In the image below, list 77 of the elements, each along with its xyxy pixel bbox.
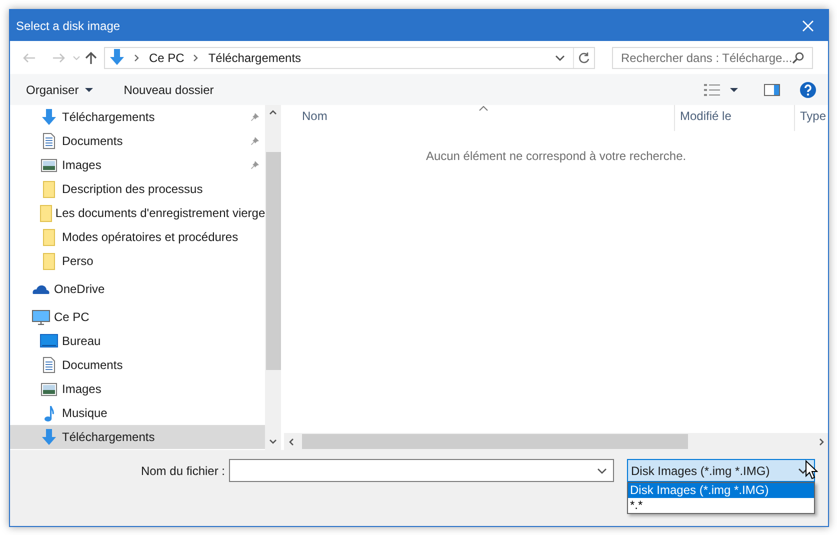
scrollbar-thumb[interactable] — [266, 152, 281, 370]
back-arrow-icon — [22, 52, 36, 62]
scroll-down-icon[interactable] — [269, 439, 278, 444]
breadcrumb-separator-icon[interactable] — [134, 54, 139, 62]
nav-item[interactable]: Modes opératoires et procédures — [10, 225, 266, 249]
address-bar[interactable]: Ce PC Téléchargements — [104, 46, 595, 68]
window-title: Select a disk image — [16, 18, 120, 34]
forward-arrow-icon — [52, 52, 66, 62]
help-button[interactable] — [800, 82, 816, 98]
nav-item[interactable]: Les documents d'enregistrement vierge — [10, 201, 266, 225]
preview-pane-button[interactable] — [764, 84, 780, 96]
pin-icon[interactable] — [250, 136, 260, 146]
filename-field[interactable] — [229, 459, 614, 482]
desktop-icon — [40, 334, 58, 348]
folder-icon — [43, 180, 55, 198]
scroll-up-icon[interactable] — [269, 110, 278, 115]
caret-icon — [730, 88, 738, 92]
nav-item[interactable]: Bureau — [10, 329, 266, 353]
chevron-down-icon — [798, 468, 808, 474]
breadcrumb-item[interactable]: Téléchargements — [208, 48, 302, 66]
chevron-down-icon[interactable] — [555, 54, 565, 60]
nav-item[interactable]: Perso — [10, 249, 266, 273]
view-options-button[interactable] — [704, 84, 738, 96]
close-icon — [802, 20, 814, 32]
music-note-icon — [44, 404, 54, 422]
vertical-scrollbar[interactable] — [265, 105, 282, 450]
nav-item[interactable]: Téléchargements — [10, 105, 266, 129]
organize-button[interactable]: Organiser — [26, 80, 93, 98]
empty-message: Aucun élément ne correspond à votre recherche. — [426, 148, 686, 161]
up-arrow-icon — [85, 50, 97, 64]
help-icon — [800, 82, 816, 98]
image-icon — [41, 158, 57, 172]
nav-item[interactable]: Description des processus — [10, 177, 266, 201]
folder-icon — [40, 204, 52, 222]
chevron-down-icon — [72, 56, 80, 60]
breadcrumb-item[interactable]: Ce PC — [149, 48, 184, 66]
pin-icon[interactable] — [250, 112, 260, 122]
column-header[interactable]: Nom — [284, 105, 674, 131]
caret-icon — [84, 88, 93, 92]
image-icon — [41, 382, 57, 396]
download-icon — [41, 108, 57, 126]
filename-label: Nom du fichier : — [140, 462, 225, 480]
folder-icon — [43, 228, 55, 246]
nav-item[interactable]: Documents — [10, 353, 266, 377]
horizontal-scrollbar[interactable] — [284, 433, 828, 450]
file-type-dropdown[interactable]: Disk Images (*.img *.IMG) — [627, 459, 815, 482]
dropdown-option[interactable]: *.* — [628, 498, 814, 513]
monitor-icon — [32, 310, 50, 324]
folder-icon — [43, 252, 55, 270]
chevron-down-icon — [597, 468, 607, 474]
cloud-icon — [32, 284, 50, 294]
nav-item[interactable]: Images — [10, 377, 266, 401]
nav-item[interactable]: Documents — [10, 129, 266, 153]
document-icon — [42, 357, 56, 373]
preview-pane-icon — [764, 84, 780, 96]
nav-item[interactable]: Téléchargements — [10, 425, 266, 449]
pin-icon[interactable] — [250, 160, 260, 170]
cursor-icon — [805, 460, 818, 480]
details-view-icon — [704, 84, 720, 96]
document-icon — [42, 133, 56, 149]
breadcrumb-separator-icon[interactable] — [193, 54, 198, 62]
scroll-right-icon[interactable] — [819, 438, 824, 446]
refresh-icon — [578, 52, 590, 64]
nav-item[interactable]: OneDrive — [10, 277, 266, 301]
nav-item[interactable]: Ce PC — [10, 305, 266, 329]
scrollbar-thumb[interactable] — [302, 434, 688, 449]
download-icon — [41, 428, 57, 446]
new-folder-button[interactable]: Nouveau dossier — [124, 80, 214, 98]
search-field[interactable]: Rechercher dans : Télécharge... — [612, 46, 813, 68]
dropdown-option[interactable]: Disk Images (*.img *.IMG) — [628, 483, 814, 498]
scroll-left-icon[interactable] — [289, 438, 294, 446]
column-header[interactable]: Modifié le — [674, 105, 794, 131]
column-header[interactable]: Type — [794, 105, 828, 131]
nav-item[interactable]: Musique — [10, 401, 266, 425]
nav-item[interactable]: Images — [10, 153, 266, 177]
download-icon — [109, 49, 125, 66]
search-icon — [792, 52, 804, 64]
